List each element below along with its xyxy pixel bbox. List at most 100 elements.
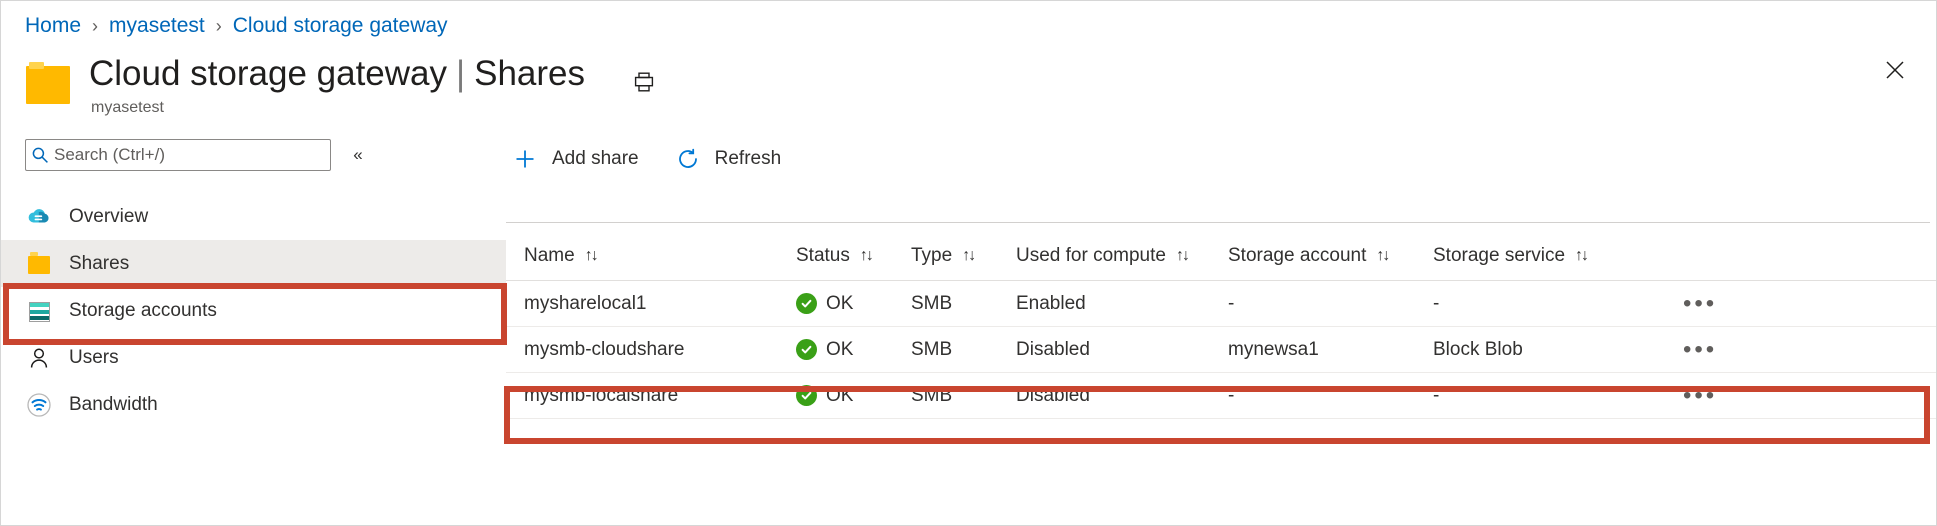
cloud-icon <box>25 203 53 231</box>
cell-actions: ••• <box>1633 391 1823 401</box>
table-row[interactable]: mysmb-localshare OK SMB Disabled - - <box>506 373 1937 419</box>
plus-icon <box>510 144 540 174</box>
column-header-label: Used for compute <box>1016 245 1166 267</box>
breadcrumb-item-myasetest[interactable]: myasetest <box>109 14 205 38</box>
status-label: OK <box>826 339 853 361</box>
sidebar-item-users[interactable]: Users <box>1 334 506 381</box>
column-header-status[interactable]: Status ↑↓ <box>796 245 911 267</box>
search-input[interactable] <box>54 145 330 165</box>
column-header-label: Storage service <box>1433 245 1565 267</box>
sidebar-item-bandwidth[interactable]: Bandwidth <box>1 381 506 428</box>
cell-storage-account: mynewsa1 <box>1228 339 1433 361</box>
cell-storage-account: - <box>1228 293 1433 315</box>
cell-status: OK <box>796 293 911 315</box>
breadcrumb-separator: › <box>216 16 222 37</box>
sort-icon: ↑↓ <box>962 247 974 265</box>
page-title-resource: Cloud storage gateway <box>89 53 447 95</box>
collapse-sidebar-icon[interactable]: « <box>345 143 371 167</box>
column-header-storage-account[interactable]: Storage account ↑↓ <box>1228 245 1433 267</box>
cell-name: mysharelocal1 <box>506 293 796 315</box>
sidebar-item-label: Storage accounts <box>69 300 217 322</box>
column-header-type[interactable]: Type ↑↓ <box>911 245 1016 267</box>
search-box[interactable] <box>25 139 331 171</box>
column-header-storage-service[interactable]: Storage service ↑↓ <box>1433 245 1633 267</box>
sort-icon: ↑↓ <box>1376 247 1388 265</box>
close-icon[interactable] <box>1878 53 1912 87</box>
toolbar-divider <box>506 222 1930 223</box>
add-share-label: Add share <box>552 148 639 170</box>
user-icon <box>25 344 53 372</box>
sidebar-item-overview[interactable]: Overview <box>1 193 506 240</box>
print-icon[interactable] <box>629 67 659 97</box>
command-bar: Add share Refresh <box>506 137 811 181</box>
column-header-label: Status <box>796 245 850 267</box>
cell-type: SMB <box>911 293 1016 315</box>
check-icon <box>796 339 817 360</box>
folder-icon <box>25 250 53 278</box>
row-context-menu-icon[interactable]: ••• <box>1683 299 1717 309</box>
status-badge: OK <box>796 385 853 407</box>
sort-icon: ↑↓ <box>1176 247 1188 265</box>
sidebar-item-shares[interactable]: Shares <box>1 240 506 287</box>
page-subtitle: myasetest <box>91 99 585 117</box>
search-icon <box>26 146 54 164</box>
page-title-separator: | <box>456 53 465 95</box>
breadcrumb-item-cloud-storage-gateway[interactable]: Cloud storage gateway <box>233 14 448 38</box>
status-label: OK <box>826 385 853 407</box>
column-header-used-for-compute[interactable]: Used for compute ↑↓ <box>1016 245 1228 267</box>
page-title: Cloud storage gateway | Shares <box>89 53 585 95</box>
shares-table: Name ↑↓ Status ↑↓ Type ↑↓ Used for compu… <box>506 231 1937 419</box>
cell-storage-account: - <box>1228 385 1433 407</box>
cell-name: mysmb-localshare <box>506 385 796 407</box>
azure-portal-blade: Home › myasetest › Cloud storage gateway… <box>0 0 1937 526</box>
sort-icon: ↑↓ <box>1575 247 1587 265</box>
sidebar-nav: Overview Shares Storage accounts <box>1 193 506 428</box>
cell-actions: ••• <box>1633 345 1823 355</box>
cell-type: SMB <box>911 339 1016 361</box>
row-context-menu-icon[interactable]: ••• <box>1683 345 1717 355</box>
page-title-block: Cloud storage gateway | Shares myasetest <box>89 53 585 117</box>
sidebar-item-label: Shares <box>69 253 129 275</box>
breadcrumb-item-home[interactable]: Home <box>25 14 81 38</box>
page-title-section: Shares <box>474 53 585 95</box>
refresh-label: Refresh <box>715 148 782 170</box>
storage-accounts-icon <box>25 297 53 325</box>
status-badge: OK <box>796 293 853 315</box>
cell-status: OK <box>796 339 911 361</box>
sidebar-item-label: Overview <box>69 206 148 228</box>
status-label: OK <box>826 293 853 315</box>
folder-icon <box>25 61 71 107</box>
main-content: Add share Refresh Name ↑↓ <box>506 131 1936 525</box>
cell-used-for-compute: Enabled <box>1016 293 1228 315</box>
column-header-label: Storage account <box>1228 245 1366 267</box>
status-badge: OK <box>796 339 853 361</box>
add-share-button[interactable]: Add share <box>506 141 653 177</box>
cell-storage-service: - <box>1433 293 1633 315</box>
table-row[interactable]: mysharelocal1 OK SMB Enabled - - <box>506 281 1937 327</box>
check-icon <box>796 385 817 406</box>
cell-actions: ••• <box>1633 299 1823 309</box>
bandwidth-icon <box>25 391 53 419</box>
table-header-row: Name ↑↓ Status ↑↓ Type ↑↓ Used for compu… <box>506 231 1937 281</box>
sort-icon: ↑↓ <box>585 247 597 265</box>
table-row[interactable]: mysmb-cloudshare OK SMB Disabled mynewsa… <box>506 327 1937 373</box>
sidebar-item-label: Users <box>69 347 119 369</box>
sidebar-item-storage-accounts[interactable]: Storage accounts <box>1 287 506 334</box>
refresh-icon <box>673 144 703 174</box>
column-header-name[interactable]: Name ↑↓ <box>506 245 796 267</box>
row-context-menu-icon[interactable]: ••• <box>1683 391 1717 401</box>
sort-icon: ↑↓ <box>860 247 872 265</box>
sidebar-item-label: Bandwidth <box>69 394 158 416</box>
breadcrumb-separator: › <box>92 16 98 37</box>
check-icon <box>796 293 817 314</box>
column-header-label: Name <box>524 245 575 267</box>
cell-used-for-compute: Disabled <box>1016 339 1228 361</box>
cell-name: mysmb-cloudshare <box>506 339 796 361</box>
refresh-button[interactable]: Refresh <box>669 141 796 177</box>
sidebar: « Overview Shares <box>1 131 506 526</box>
cell-used-for-compute: Disabled <box>1016 385 1228 407</box>
breadcrumb: Home › myasetest › Cloud storage gateway <box>25 9 448 43</box>
cell-storage-service: Block Blob <box>1433 339 1633 361</box>
cell-status: OK <box>796 385 911 407</box>
page-header: Cloud storage gateway | Shares myasetest <box>25 53 659 117</box>
